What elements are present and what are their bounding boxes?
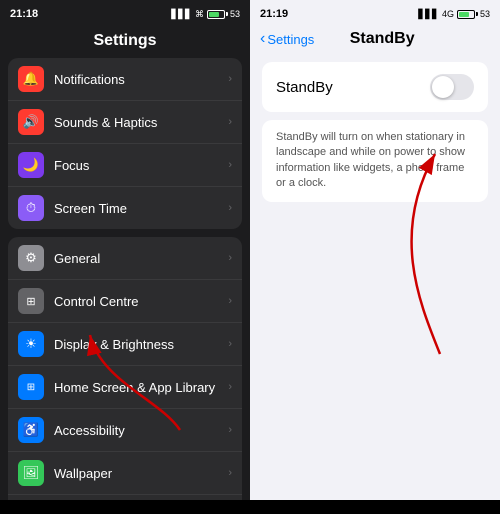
home-screen-icon: ⊞ <box>27 382 35 393</box>
standby-toggle-label: StandBy <box>276 79 333 96</box>
right-nav: ‹ Settings StandBy <box>250 28 500 54</box>
back-chevron-icon: ‹ <box>260 30 265 48</box>
focus-label: Focus <box>54 158 228 173</box>
left-page-title: Settings <box>0 28 250 58</box>
row-screen-time[interactable]: ⏱ Screen Time › <box>8 187 242 229</box>
wallpaper-icon-wrap: 🖼 <box>18 460 44 486</box>
standby-toggle-section: StandBy <box>262 62 488 112</box>
battery-fill <box>209 12 219 17</box>
control-centre-icon-wrap: ⊞ <box>18 288 44 314</box>
right-status-bar: 21:19 ▋▋▋ 4G 53 <box>250 0 500 28</box>
wallpaper-chevron: › <box>228 467 232 479</box>
left-panel: 21:18 ▋▋▋ ⌘ 53 Settings 🔔 Notifications … <box>0 0 250 500</box>
control-centre-icon: ⊞ <box>26 295 35 308</box>
row-focus[interactable]: 🌙 Focus › <box>8 144 242 187</box>
standby-description: StandBy will turn on when stationary in … <box>262 120 488 202</box>
accessibility-icon-wrap: ♿ <box>18 417 44 443</box>
home-screen-chevron: › <box>228 381 232 393</box>
row-sounds[interactable]: 🔊 Sounds & Haptics › <box>8 101 242 144</box>
section-2: ⚙ General › ⊞ Control Centre › ☀ Display… <box>8 237 242 500</box>
wifi-icon: ⌘ <box>195 9 204 20</box>
notifications-chevron: › <box>228 73 232 85</box>
row-wallpaper[interactable]: 🖼 Wallpaper › <box>8 452 242 495</box>
right-status-icons: ▋▋▋ 4G 53 <box>418 9 490 20</box>
screen-time-icon-wrap: ⏱ <box>18 195 44 221</box>
sounds-icon: 🔊 <box>23 114 39 130</box>
right-panel: 21:19 ▋▋▋ 4G 53 ‹ Settings StandBy Stand… <box>250 0 500 500</box>
display-chevron: › <box>228 338 232 350</box>
accessibility-label: Accessibility <box>54 423 228 438</box>
display-icon-wrap: ☀ <box>18 331 44 357</box>
focus-icon-wrap: 🌙 <box>18 152 44 178</box>
right-signal-icon: ▋▋▋ <box>418 9 439 20</box>
sounds-label: Sounds & Haptics <box>54 115 228 130</box>
display-label: Display & Brightness <box>54 337 228 352</box>
general-icon-wrap: ⚙ <box>18 245 44 271</box>
left-status-icons: ▋▋▋ ⌘ 53 <box>171 9 240 20</box>
focus-icon: 🌙 <box>23 157 39 173</box>
accessibility-icon: ♿ <box>23 422 39 438</box>
wallpaper-label: Wallpaper <box>54 466 228 481</box>
notifications-label: Notifications <box>54 72 228 87</box>
focus-chevron: › <box>228 159 232 171</box>
control-centre-label: Control Centre <box>54 294 228 309</box>
general-label: General <box>54 251 228 266</box>
sounds-icon-wrap: 🔊 <box>18 109 44 135</box>
right-time: 21:19 <box>260 8 288 20</box>
battery-percent: 53 <box>230 9 240 19</box>
general-chevron: › <box>228 252 232 264</box>
right-content: StandBy StandBy will turn on when statio… <box>250 54 500 500</box>
battery-indicator <box>207 10 225 19</box>
row-home-screen[interactable]: ⊞ Home Screen & App Library › <box>8 366 242 409</box>
screen-time-icon: ⏱ <box>26 200 36 216</box>
general-icon: ⚙ <box>25 250 37 266</box>
home-screen-icon-wrap: ⊞ <box>18 374 44 400</box>
row-notifications[interactable]: 🔔 Notifications › <box>8 58 242 101</box>
section-1: 🔔 Notifications › 🔊 Sounds & Haptics › 🌙… <box>8 58 242 229</box>
home-screen-label: Home Screen & App Library <box>54 380 228 395</box>
right-network-icon: 4G <box>442 9 454 19</box>
settings-list: 🔔 Notifications › 🔊 Sounds & Haptics › 🌙… <box>0 58 250 500</box>
row-display[interactable]: ☀ Display & Brightness › <box>8 323 242 366</box>
screen-time-label: Screen Time <box>54 201 228 216</box>
sounds-chevron: › <box>228 116 232 128</box>
right-battery-fill <box>459 12 469 17</box>
row-general[interactable]: ⚙ General › <box>8 237 242 280</box>
toggle-knob <box>432 76 454 98</box>
screen-time-chevron: › <box>228 202 232 214</box>
back-button[interactable]: ‹ Settings <box>260 30 314 48</box>
right-battery-indicator <box>457 10 475 19</box>
row-accessibility[interactable]: ♿ Accessibility › <box>8 409 242 452</box>
row-control-centre[interactable]: ⊞ Control Centre › <box>8 280 242 323</box>
wallpaper-icon: 🖼 <box>23 465 40 481</box>
notifications-icon-wrap: 🔔 <box>18 66 44 92</box>
signal-icon: ▋▋▋ <box>171 9 192 20</box>
display-icon: ☀ <box>25 336 37 352</box>
standby-toggle[interactable] <box>430 74 474 100</box>
control-centre-chevron: › <box>228 295 232 307</box>
left-status-bar: 21:18 ▋▋▋ ⌘ 53 <box>0 0 250 28</box>
left-time: 21:18 <box>10 8 38 20</box>
row-standby[interactable]: ☾ StandBy › <box>8 495 242 500</box>
right-battery-percent: 53 <box>480 9 490 19</box>
notifications-icon: 🔔 <box>23 71 39 87</box>
accessibility-chevron: › <box>228 424 232 436</box>
back-label: Settings <box>267 32 314 47</box>
right-page-title: StandBy <box>314 30 450 48</box>
